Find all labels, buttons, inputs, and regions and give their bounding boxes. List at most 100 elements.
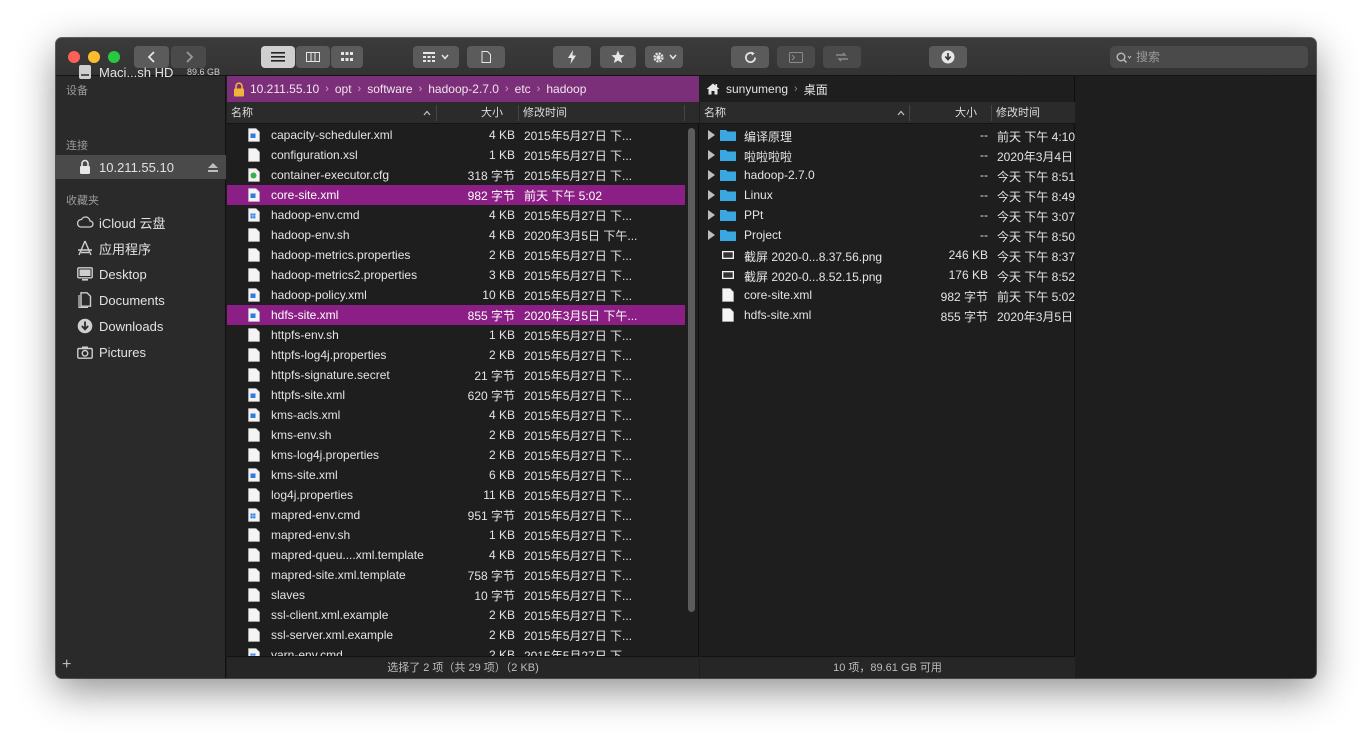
table-row[interactable]: PPt -- 今天 下午 3:07 <box>700 205 1075 225</box>
terminal-button[interactable] <box>777 46 815 68</box>
table-row[interactable]: log4j.properties 11 KB 2015年5月27日 下... <box>227 485 685 505</box>
table-row[interactable]: ssl-client.xml.example 2 KB 2015年5月27日 下..… <box>227 605 685 625</box>
new-file-button[interactable] <box>467 46 505 68</box>
table-row[interactable]: mapred-env.sh 1 KB 2015年5月27日 下... <box>227 525 685 545</box>
column-name[interactable]: 名称 <box>231 102 253 124</box>
breadcrumb-item[interactable]: software <box>367 82 412 96</box>
disclosure-triangle-icon[interactable] <box>708 230 715 240</box>
table-row[interactable]: httpfs-env.sh 1 KB 2015年5月27日 下... <box>227 325 685 345</box>
list-view-button[interactable] <box>261 46 295 68</box>
table-row[interactable]: mapred-queu....xml.template 4 KB 2015年5月27… <box>227 545 685 565</box>
table-row[interactable]: mapred-env.cmd 951 字节 2015年5月27日 下... <box>227 505 685 525</box>
sidebar-item-connection[interactable]: 10.211.55.10 <box>56 155 226 179</box>
table-row[interactable]: slaves 10 字节 2015年5月27日 下... <box>227 585 685 605</box>
connect-icon <box>836 52 848 62</box>
sidebar-item-pictures[interactable]: Pictures <box>56 340 226 364</box>
sidebar-item-applications[interactable]: 应用程序 <box>56 236 226 260</box>
table-row[interactable]: Linux -- 今天 下午 8:49 <box>700 185 1075 205</box>
column-name[interactable]: 名称 <box>704 102 726 124</box>
breadcrumb-item[interactable]: 10.211.55.10 <box>250 82 319 96</box>
file-size: 2 KB <box>488 348 515 362</box>
column-divider[interactable] <box>684 105 685 121</box>
column-divider[interactable] <box>436 105 437 121</box>
table-row[interactable]: hadoop-metrics2.properties 3 KB 2015年5月27日… <box>227 265 685 285</box>
search-input[interactable] <box>1136 50 1296 64</box>
table-row[interactable]: mapred-site.xml.template 758 字节 2015年5月27日… <box>227 565 685 585</box>
sidebar-item-icloud[interactable]: iCloud 云盘 <box>56 210 226 234</box>
table-row[interactable]: 截屏 2020-0...8.52.15.png 176 KB 今天 下午 8:52 <box>700 265 1075 285</box>
disclosure-triangle-icon[interactable] <box>708 150 715 160</box>
preview-pane <box>1076 76 1316 678</box>
icon-view-button[interactable] <box>331 46 363 68</box>
sidebar-item-macintosh-hd[interactable]: Maci...sh HD 89.6 GB <box>56 60 226 84</box>
column-size[interactable]: 大小 <box>481 102 503 124</box>
table-row[interactable]: Project -- 今天 下午 8:50 <box>700 225 1075 245</box>
breadcrumb-item[interactable]: etc <box>515 82 531 96</box>
group-menu-button[interactable] <box>413 46 459 68</box>
table-row[interactable]: httpfs-site.xml 620 字节 2015年5月27日 下... <box>227 385 685 405</box>
table-row[interactable]: hdfs-site.xml 855 字节 2020年3月5日 <box>700 305 1075 325</box>
settings-menu-button[interactable] <box>645 46 683 68</box>
column-divider[interactable] <box>909 105 910 121</box>
column-divider[interactable] <box>991 105 992 121</box>
table-row[interactable]: httpfs-log4j.properties 2 KB 2015年5月27日 下.… <box>227 345 685 365</box>
table-row[interactable]: 啦啦啦啦 -- 2020年3月4日 <box>700 145 1075 165</box>
disclosure-triangle-icon[interactable] <box>708 130 715 140</box>
grid-icon <box>341 52 353 61</box>
sidebar-item-desktop[interactable]: Desktop <box>56 262 226 286</box>
table-row[interactable]: 截屏 2020-0...8.37.56.png 246 KB 今天 下午 8:37 <box>700 245 1075 265</box>
column-divider[interactable] <box>518 105 519 121</box>
document-icon <box>248 428 260 442</box>
add-sidebar-item-button[interactable]: + <box>62 656 71 674</box>
eject-icon[interactable] <box>208 160 218 175</box>
table-row[interactable]: kms-log4j.properties 2 KB 2015年5月27日 下... <box>227 445 685 465</box>
vertical-scrollbar[interactable] <box>688 128 695 612</box>
disclosure-triangle-icon[interactable] <box>708 190 715 200</box>
sidebar-item-documents[interactable]: Documents <box>56 288 226 312</box>
column-modified[interactable]: 修改时间 <box>523 102 567 124</box>
favorites-header: 收藏夹 <box>66 195 99 207</box>
disclosure-triangle-icon[interactable] <box>708 210 715 220</box>
disclosure-triangle-icon[interactable] <box>708 170 715 180</box>
search-box[interactable] <box>1110 46 1308 68</box>
table-row[interactable]: core-site.xml 982 字节 前天 下午 5:02 <box>227 185 685 205</box>
favorite-button[interactable] <box>600 46 636 68</box>
breadcrumb-item[interactable]: sunyumeng <box>726 82 788 96</box>
refresh-button[interactable] <box>731 46 769 68</box>
breadcrumb-item[interactable]: hadoop-2.7.0 <box>428 82 499 96</box>
file-name: Linux <box>744 188 773 202</box>
table-row[interactable]: ssl-server.xml.example 2 KB 2015年5月27日 下..… <box>227 625 685 645</box>
table-row[interactable]: hdfs-site.xml 855 字节 2020年3月5日 下午... <box>227 305 685 325</box>
table-row[interactable]: configuration.xsl 1 KB 2015年5月27日 下... <box>227 145 685 165</box>
breadcrumb-item[interactable]: opt <box>335 82 352 96</box>
table-row[interactable]: hadoop-env.cmd 4 KB 2015年5月27日 下... <box>227 205 685 225</box>
file-modified: 2015年5月27日 下... <box>524 428 633 443</box>
table-row[interactable]: kms-acls.xml 4 KB 2015年5月27日 下... <box>227 405 685 425</box>
table-row[interactable]: hadoop-policy.xml 10 KB 2015年5月27日 下... <box>227 285 685 305</box>
file-name: core-site.xml <box>744 288 813 302</box>
table-row[interactable]: httpfs-signature.secret 21 字节 2015年5月27日 下… <box>227 365 685 385</box>
table-row[interactable]: kms-site.xml 6 KB 2015年5月27日 下... <box>227 465 685 485</box>
xml-file-icon <box>248 308 260 322</box>
column-view-button[interactable] <box>296 46 330 68</box>
breadcrumb-separator: › <box>325 83 329 95</box>
table-row[interactable]: yarn-env.cmd 2 KB 2015年5月27日 下... <box>227 645 685 656</box>
file-modified: 今天 下午 8:52 <box>997 270 1075 284</box>
column-size[interactable]: 大小 <box>955 102 977 124</box>
breadcrumb-item[interactable]: hadoop <box>546 82 586 96</box>
table-row[interactable]: kms-env.sh 2 KB 2015年5月27日 下... <box>227 425 685 445</box>
connect-button[interactable] <box>823 46 861 68</box>
table-row[interactable]: core-site.xml 982 字节 前天 下午 5:02 <box>700 285 1075 305</box>
table-row[interactable]: hadoop-metrics.properties 2 KB 2015年5月27日 … <box>227 245 685 265</box>
quick-action-button[interactable] <box>553 46 591 68</box>
file-manager-window: 设备 Maci...sh HD 89.6 GB 连接 10.211.55.10 … <box>56 38 1316 678</box>
table-row[interactable]: hadoop-2.7.0 -- 今天 下午 8:51 <box>700 165 1075 185</box>
breadcrumb-item[interactable]: 桌面 <box>804 81 828 98</box>
column-modified[interactable]: 修改时间 <box>996 102 1040 124</box>
table-row[interactable]: container-executor.cfg 318 字节 2015年5月27日 下… <box>227 165 685 185</box>
table-row[interactable]: hadoop-env.sh 4 KB 2020年3月5日 下午... <box>227 225 685 245</box>
download-button[interactable] <box>929 46 967 68</box>
table-row[interactable]: capacity-scheduler.xml 4 KB 2015年5月27日 下..… <box>227 125 685 145</box>
sidebar-item-downloads[interactable]: Downloads <box>56 314 226 338</box>
table-row[interactable]: 编译原理 -- 前天 下午 4:10 <box>700 125 1075 145</box>
